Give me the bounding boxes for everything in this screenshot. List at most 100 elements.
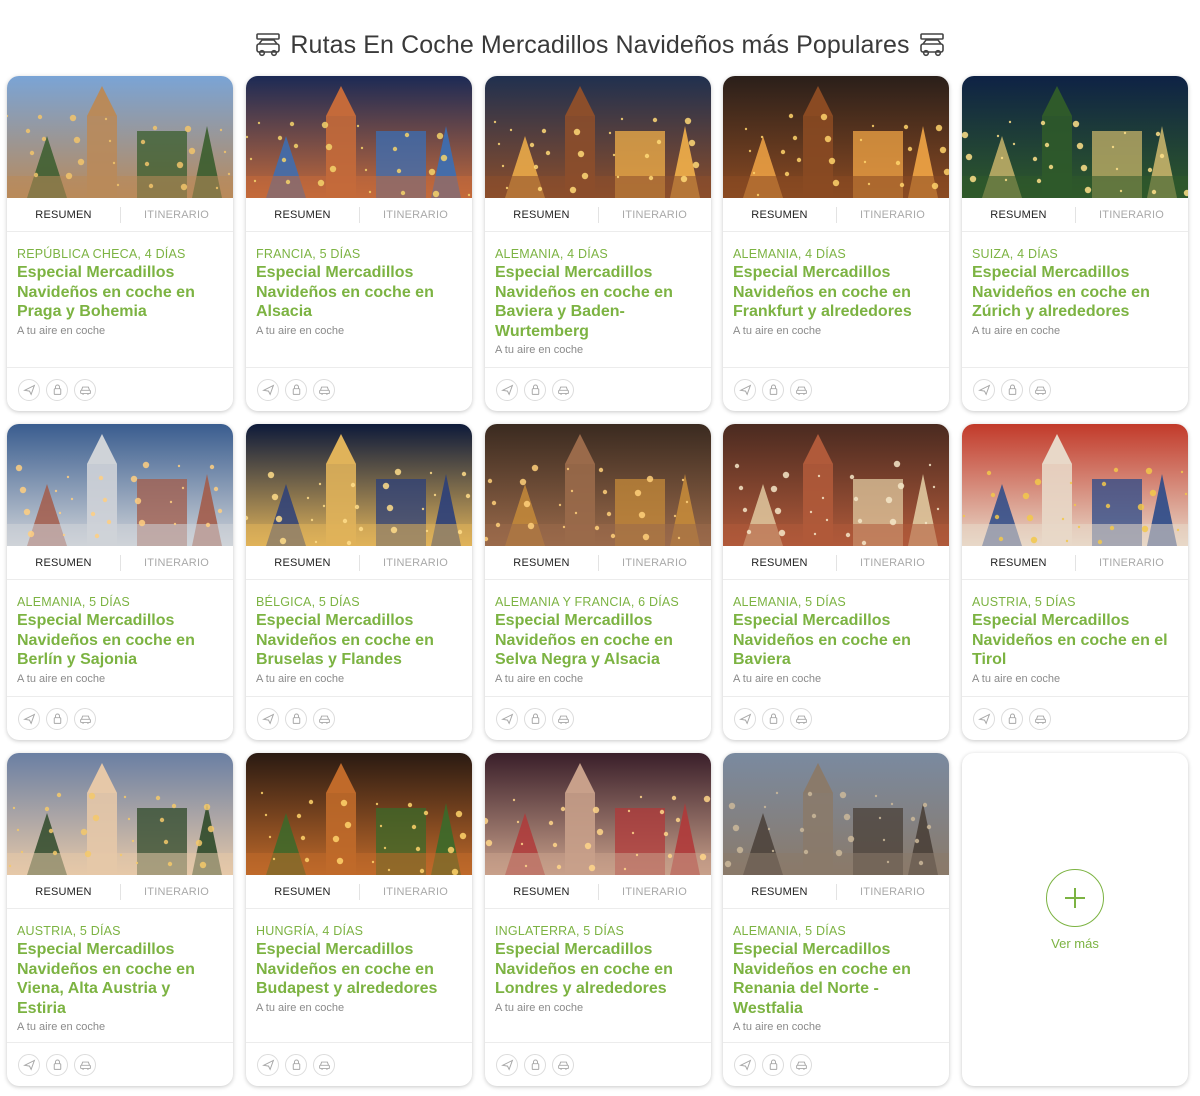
card-photo[interactable] <box>485 424 711 546</box>
tab-summary[interactable]: RESUMEN <box>723 886 836 898</box>
tab-summary[interactable]: RESUMEN <box>7 209 120 221</box>
card-photo[interactable] <box>246 753 472 875</box>
trip-title[interactable]: Especial Mercadillos Navideños en coche … <box>17 263 223 322</box>
tab-summary[interactable]: RESUMEN <box>962 209 1075 221</box>
plane-badge <box>18 1053 40 1076</box>
lock-badge <box>524 1053 546 1076</box>
trip-card[interactable]: RESUMEN ITINERARIO INGLATERRA, 5 DÍAS Es… <box>485 753 711 1086</box>
card-photo[interactable] <box>962 424 1188 546</box>
tab-summary[interactable]: RESUMEN <box>7 886 120 898</box>
tab-itinerary[interactable]: ITINERARIO <box>359 886 472 898</box>
plane-badge <box>973 378 995 401</box>
trip-card[interactable]: RESUMEN ITINERARIO BÉLGICA, 5 DÍAS Espec… <box>246 424 472 740</box>
card-footer <box>723 1042 949 1086</box>
photo-image <box>723 753 949 875</box>
photo-image <box>7 424 233 546</box>
trip-card[interactable]: RESUMEN ITINERARIO FRANCIA, 5 DÍAS Espec… <box>246 76 472 411</box>
trip-title[interactable]: Especial Mercadillos Navideños en coche … <box>733 263 939 322</box>
car-icon <box>318 386 330 395</box>
trip-title[interactable]: Especial Mercadillos Navideños en coche … <box>495 611 701 670</box>
see-more-link[interactable]: Ver más <box>1051 936 1099 951</box>
trip-card[interactable]: RESUMEN ITINERARIO HUNGRÍA, 4 DÍAS Espec… <box>246 753 472 1086</box>
tab-summary[interactable]: RESUMEN <box>485 886 598 898</box>
trip-card[interactable]: RESUMEN ITINERARIO ALEMANIA, 5 DÍAS Espe… <box>723 424 949 740</box>
trip-card[interactable]: RESUMEN ITINERARIO REPÚBLICA CHECA, 4 DÍ… <box>7 76 233 411</box>
trip-card[interactable]: RESUMEN ITINERARIO SUIZA, 4 DÍAS Especia… <box>962 76 1188 411</box>
card-info: SUIZA, 4 DÍAS Especial Mercadillos Navid… <box>962 232 1188 337</box>
tab-itinerary[interactable]: ITINERARIO <box>598 209 711 221</box>
lock-badge <box>762 378 784 401</box>
card-photo[interactable] <box>7 76 233 198</box>
card-photo[interactable] <box>723 424 949 546</box>
card-photo[interactable] <box>485 76 711 198</box>
card-photo[interactable] <box>485 753 711 875</box>
see-more-card[interactable]: Ver más <box>962 753 1188 1086</box>
trip-title[interactable]: Especial Mercadillos Navideños en coche … <box>733 940 939 1018</box>
trip-title[interactable]: Especial Mercadillos Navideños en coche … <box>17 611 223 670</box>
tab-itinerary[interactable]: ITINERARIO <box>120 886 233 898</box>
tab-summary[interactable]: RESUMEN <box>962 557 1075 569</box>
tab-summary[interactable]: RESUMEN <box>246 557 359 569</box>
card-footer <box>246 1042 472 1086</box>
trip-title[interactable]: Especial Mercadillos Navideños en coche … <box>256 940 462 999</box>
car-icon <box>79 715 91 724</box>
trip-title[interactable]: Especial Mercadillos Navideños en coche … <box>972 263 1178 322</box>
tab-itinerary[interactable]: ITINERARIO <box>836 209 949 221</box>
card-photo[interactable] <box>962 76 1188 198</box>
tab-summary[interactable]: RESUMEN <box>246 886 359 898</box>
tab-itinerary[interactable]: ITINERARIO <box>598 886 711 898</box>
card-footer <box>962 367 1188 411</box>
tab-summary[interactable]: RESUMEN <box>246 209 359 221</box>
card-tabs: RESUMEN ITINERARIO <box>7 198 233 232</box>
plus-button[interactable] <box>1046 869 1104 927</box>
plane-badge <box>734 707 756 730</box>
car-badge <box>1029 707 1051 730</box>
car-badge <box>313 1053 335 1076</box>
tab-summary[interactable]: RESUMEN <box>723 557 836 569</box>
tab-summary[interactable]: RESUMEN <box>7 557 120 569</box>
tab-itinerary[interactable]: ITINERARIO <box>836 557 949 569</box>
trip-card[interactable]: RESUMEN ITINERARIO ALEMANIA, 4 DÍAS Espe… <box>485 76 711 411</box>
tab-itinerary[interactable]: ITINERARIO <box>120 209 233 221</box>
card-footer <box>246 367 472 411</box>
tab-itinerary[interactable]: ITINERARIO <box>359 557 472 569</box>
trip-title[interactable]: Especial Mercadillos Navideños en coche … <box>256 611 462 670</box>
trip-card[interactable]: RESUMEN ITINERARIO ALEMANIA, 5 DÍAS Espe… <box>723 753 949 1086</box>
tab-itinerary[interactable]: ITINERARIO <box>836 886 949 898</box>
trip-subtitle: A tu aire en coche <box>733 1021 822 1033</box>
tab-summary[interactable]: RESUMEN <box>485 557 598 569</box>
photo-image <box>485 753 711 875</box>
card-footer <box>723 696 949 740</box>
trip-card[interactable]: RESUMEN ITINERARIO AUSTRIA, 5 DÍAS Espec… <box>962 424 1188 740</box>
trip-title[interactable]: Especial Mercadillos Navideños en coche … <box>17 940 223 1018</box>
card-photo[interactable] <box>246 424 472 546</box>
trip-title[interactable]: Especial Mercadillos Navideños en coche … <box>733 611 939 670</box>
tab-summary[interactable]: RESUMEN <box>723 209 836 221</box>
car-icon <box>318 1061 330 1070</box>
card-photo[interactable] <box>723 753 949 875</box>
trip-card[interactable]: RESUMEN ITINERARIO ALEMANIA, 4 DÍAS Espe… <box>723 76 949 411</box>
tab-itinerary[interactable]: ITINERARIO <box>359 209 472 221</box>
tab-summary[interactable]: RESUMEN <box>485 209 598 221</box>
card-photo[interactable] <box>723 76 949 198</box>
tab-itinerary[interactable]: ITINERARIO <box>120 557 233 569</box>
car-badge <box>313 707 335 730</box>
tab-divider <box>598 207 599 223</box>
tab-itinerary[interactable]: ITINERARIO <box>1075 557 1188 569</box>
trip-card[interactable]: RESUMEN ITINERARIO AUSTRIA, 5 DÍAS Espec… <box>7 753 233 1086</box>
trip-title[interactable]: Especial Mercadillos Navideños en coche … <box>972 611 1178 670</box>
tab-itinerary[interactable]: ITINERARIO <box>598 557 711 569</box>
tab-itinerary[interactable]: ITINERARIO <box>1075 209 1188 221</box>
card-photo[interactable] <box>246 76 472 198</box>
trip-title[interactable]: Especial Mercadillos Navideños en coche … <box>495 263 701 341</box>
trip-card[interactable]: RESUMEN ITINERARIO ALEMANIA, 5 DÍAS Espe… <box>7 424 233 740</box>
lock-badge <box>762 707 784 730</box>
trip-title[interactable]: Especial Mercadillos Navideños en coche … <box>256 263 462 322</box>
trip-title[interactable]: Especial Mercadillos Navideños en coche … <box>495 940 701 999</box>
plane-icon <box>261 384 274 396</box>
card-photo[interactable] <box>7 753 233 875</box>
card-footer <box>246 696 472 740</box>
card-tabs: RESUMEN ITINERARIO <box>246 546 472 580</box>
trip-card[interactable]: RESUMEN ITINERARIO ALEMANIA Y FRANCIA, 6… <box>485 424 711 740</box>
card-photo[interactable] <box>7 424 233 546</box>
